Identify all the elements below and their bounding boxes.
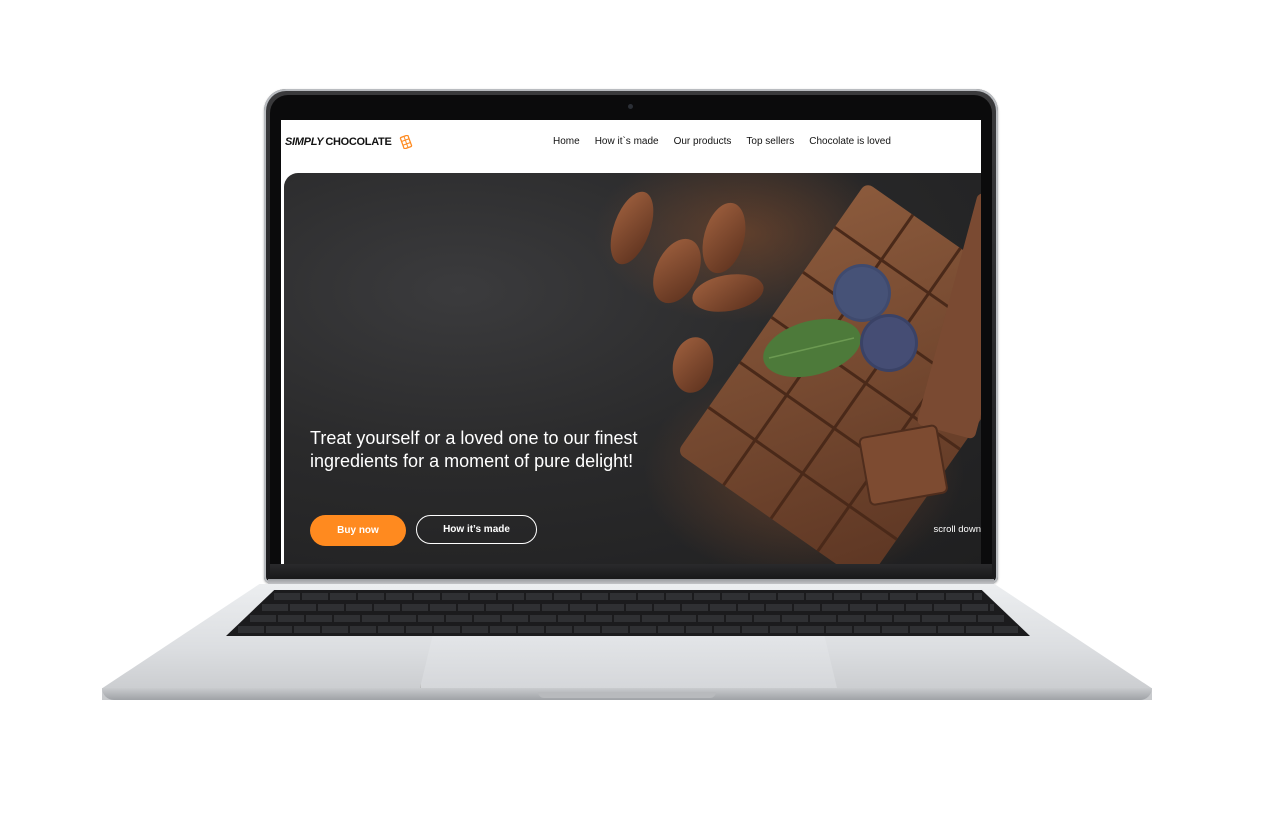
hero-section: Treat yourself or a loved one to our fin… <box>284 173 981 564</box>
keyboard <box>226 590 1030 636</box>
camera-icon <box>628 104 633 109</box>
site-logo[interactable]: SIMPLY CHOCOLATE <box>285 135 413 149</box>
chocolate-bar-icon <box>399 135 412 149</box>
buy-now-button[interactable]: Buy now <box>310 515 406 546</box>
main-nav: Home How it`s made Our products Top sell… <box>553 136 891 147</box>
site-header: SIMPLY CHOCOLATE Home How it`s made Our … <box>281 120 981 172</box>
logo-word-chocolate: CHOCOLATE <box>325 136 392 148</box>
screen-chin <box>270 564 992 580</box>
nav-chocolate-is-loved[interactable]: Chocolate is loved <box>809 136 891 147</box>
laptop-screen: SIMPLY CHOCOLATE Home How it`s made Our … <box>281 120 981 564</box>
hero-chocolate-image <box>594 173 981 564</box>
how-its-made-button[interactable]: How it’s made <box>416 515 537 544</box>
scroll-down-link[interactable]: scroll down <box>933 524 981 535</box>
nav-our-products[interactable]: Our products <box>674 136 732 147</box>
trackpad <box>420 636 837 688</box>
nav-home[interactable]: Home <box>553 136 580 147</box>
hero-headline: Treat yourself or a loved one to our fin… <box>310 428 638 471</box>
nav-how-its-made[interactable]: How it`s made <box>595 136 659 147</box>
nav-top-sellers[interactable]: Top sellers <box>746 136 794 147</box>
logo-word-simply: SIMPLY <box>285 136 324 148</box>
laptop-notch <box>538 692 716 698</box>
